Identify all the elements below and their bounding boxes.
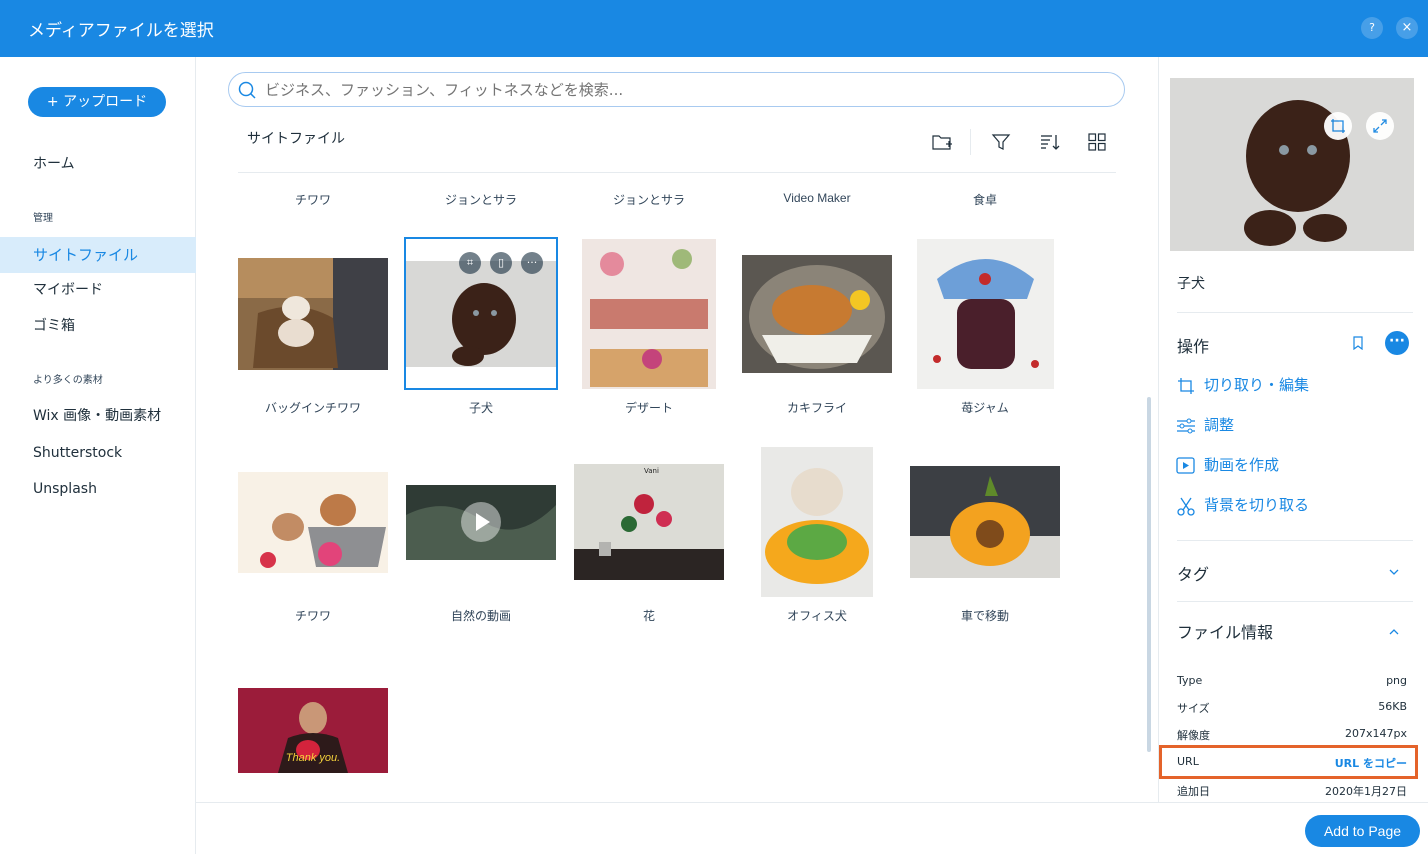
info-value: 207x147px xyxy=(1345,727,1407,740)
divider xyxy=(238,172,1116,173)
info-key: 解像度 xyxy=(1177,729,1210,742)
gif-caption-text: Thank you. xyxy=(285,752,341,764)
file-caption: チワワ xyxy=(294,193,331,207)
file-caption: チワワ xyxy=(294,609,331,623)
sidebar-item-trash[interactable]: ゴミ箱 xyxy=(0,308,196,344)
scissors-icon xyxy=(1177,497,1195,516)
bookmark-icon[interactable] xyxy=(1351,336,1365,350)
dialog-title: メディアファイルを選択 xyxy=(28,21,214,41)
file-caption: オフィス犬 xyxy=(787,609,847,623)
info-key: Type xyxy=(1177,674,1203,687)
video-icon xyxy=(1176,457,1195,474)
media-thumbnail[interactable] xyxy=(917,239,1054,389)
crop-button[interactable] xyxy=(1324,112,1352,140)
chevron-up-icon[interactable] xyxy=(1387,625,1401,639)
file-caption: Video Maker xyxy=(783,191,851,205)
tags-section-title[interactable]: タグ xyxy=(1177,561,1209,585)
media-thumbnail-selected[interactable] xyxy=(406,261,556,367)
file-caption: 苺ジャム xyxy=(961,401,1009,415)
file-name: 子犬 xyxy=(1177,276,1205,292)
sidebar-item-home[interactable]: ホーム xyxy=(0,146,196,182)
bottom-bar xyxy=(196,802,1428,854)
file-caption: 子犬 xyxy=(468,401,493,415)
sidebar-item-site-files[interactable]: サイトファイル xyxy=(0,237,196,273)
media-thumbnail[interactable] xyxy=(238,258,388,370)
info-row-type: Type png xyxy=(1177,674,1407,692)
info-value: png xyxy=(1386,674,1407,687)
section-title: サイトファイル xyxy=(247,131,345,147)
filter-icon[interactable] xyxy=(990,131,1012,153)
info-value: 2020年1月27日 xyxy=(1325,785,1407,798)
flower-tag-text: Vani xyxy=(644,467,659,475)
media-main: サイトファイル チワワ ジョンとサラ ジョンとサラ Video Maker 食卓… xyxy=(196,57,1158,802)
action-label: 動画を作成 xyxy=(1204,456,1280,474)
search-icon xyxy=(238,81,256,99)
file-info-title[interactable]: ファイル情報 xyxy=(1177,619,1273,643)
media-thumbnail[interactable] xyxy=(761,447,873,597)
dialog-header: メディアファイルを選択 ? × xyxy=(0,0,1428,57)
crop-icon xyxy=(1331,119,1345,133)
search-box[interactable] xyxy=(228,72,1125,107)
file-caption: ジョンとサラ xyxy=(444,193,517,207)
info-key: 追加日 xyxy=(1177,785,1210,798)
actions-title: 操作 xyxy=(1177,337,1210,356)
sidebar-item-unsplash[interactable]: Unsplash xyxy=(0,471,196,507)
sidebar-item-shutterstock[interactable]: Shutterstock xyxy=(0,435,196,471)
action-label: 切り取り・編集 xyxy=(1204,376,1310,394)
help-button[interactable]: ? xyxy=(1361,17,1383,39)
sidebar-section-more: より多くの素材 xyxy=(33,375,103,386)
toolbar-separator xyxy=(970,129,971,155)
info-row-date-added: 追加日 2020年1月27日 xyxy=(1177,783,1407,801)
info-value: 56KB xyxy=(1378,700,1407,713)
chevron-down-icon[interactable] xyxy=(1387,565,1401,579)
sidebar-section-manage: 管理 xyxy=(33,213,53,224)
close-button[interactable]: × xyxy=(1396,17,1418,39)
file-caption: バッグインチワワ xyxy=(264,401,361,415)
file-caption: カキフライ xyxy=(786,401,847,415)
media-thumbnail[interactable] xyxy=(582,239,716,389)
add-to-page-button[interactable]: Add to Page xyxy=(1305,815,1420,847)
media-thumbnail-gif[interactable]: Thank you. xyxy=(238,688,388,773)
url-row-highlight xyxy=(1159,745,1418,779)
grid-view-icon[interactable] xyxy=(1086,131,1108,153)
file-caption: デザート xyxy=(624,401,673,415)
sidebar: + アップロード ホーム 管理 サイトファイル マイボード ゴミ箱 より多くの素… xyxy=(0,57,196,854)
media-thumbnail[interactable]: Vani xyxy=(574,464,724,580)
new-folder-icon[interactable] xyxy=(931,131,953,153)
media-thumbnail[interactable] xyxy=(238,472,388,573)
scrollbar[interactable] xyxy=(1147,397,1151,752)
info-row-size: サイズ 56KB xyxy=(1177,700,1407,718)
adjust-icon xyxy=(1177,418,1195,434)
crop-rotate-icon xyxy=(1178,378,1194,394)
file-caption: 花 xyxy=(642,609,655,623)
bookmark-icon[interactable]: ▯ xyxy=(490,252,512,274)
action-label: 背景を切り取る xyxy=(1204,496,1310,514)
file-caption: 自然の動画 xyxy=(450,609,511,623)
media-thumbnail[interactable] xyxy=(910,466,1060,578)
file-caption: 食卓 xyxy=(972,193,997,207)
more-icon[interactable]: ··· xyxy=(521,252,543,274)
details-panel: 子犬 操作 ··· 切り取り・編集 調整 動画を作成 背景を切り取る タグ ファ… xyxy=(1158,57,1428,802)
file-caption: 車で移動 xyxy=(960,609,1009,623)
sort-icon[interactable] xyxy=(1038,131,1060,153)
preview-image xyxy=(1170,78,1414,251)
divider xyxy=(1177,601,1413,602)
sidebar-item-wix-media[interactable]: Wix 画像・動画素材 xyxy=(0,398,196,434)
media-thumbnail-video[interactable] xyxy=(406,485,556,560)
divider xyxy=(1177,540,1413,541)
sidebar-item-my-boards[interactable]: マイボード xyxy=(0,272,196,308)
upload-button[interactable]: + アップロード xyxy=(28,87,166,117)
crop-icon[interactable]: ⌗ xyxy=(459,252,481,274)
expand-icon xyxy=(1373,119,1387,133)
info-key: サイズ xyxy=(1177,702,1210,715)
more-actions-button[interactable]: ··· xyxy=(1385,331,1409,355)
info-row-resolution: 解像度 207x147px xyxy=(1177,727,1407,745)
file-caption: ジョンとサラ xyxy=(612,193,685,207)
divider xyxy=(1177,312,1413,313)
media-thumbnail[interactable] xyxy=(742,255,892,373)
search-input[interactable] xyxy=(265,73,1105,106)
expand-button[interactable] xyxy=(1366,112,1394,140)
action-label: 調整 xyxy=(1204,416,1235,434)
